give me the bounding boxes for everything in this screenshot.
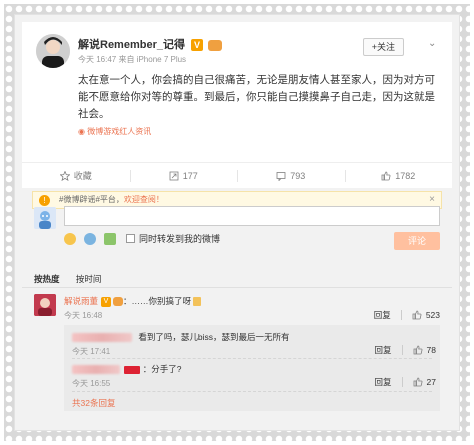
emoji-icon[interactable] [64, 232, 76, 245]
user-avatar[interactable] [36, 34, 70, 68]
sort-by-hot[interactable]: 按热度 [34, 274, 60, 284]
reply-ops: 回复 27 [375, 376, 436, 388]
reply-like-count: 27 [426, 377, 436, 387]
reply-text: 看到了吗，瑟儿biss，瑟到最后一无所有 [138, 332, 290, 342]
rumor-text: #微博辟谣#平台， [59, 195, 124, 204]
submit-comment-button[interactable]: 评论 [394, 232, 440, 250]
source-link[interactable]: 微博游戏红人资讯 [87, 127, 151, 136]
post-actions: 收藏 177 793 1782 [22, 162, 453, 193]
comment-like-count: 523 [425, 310, 440, 320]
verified-icon: V [101, 296, 112, 307]
location-pin-icon: ◉ [78, 127, 85, 136]
comment-body: ：……你别搞了呀 [123, 296, 192, 306]
like-count: 1782 [395, 170, 416, 181]
divider [72, 358, 432, 359]
reply-like-count: 78 [426, 345, 436, 355]
post-source[interactable]: ◉ 微博游戏红人资讯 [78, 126, 151, 137]
comment-ops: 回复 523 [374, 309, 440, 321]
repost-icon [169, 171, 179, 180]
badge-icon [124, 365, 141, 374]
username-text[interactable]: 解说Remember_记得 [78, 39, 185, 51]
comment-count: 793 [290, 170, 306, 181]
repost-checkbox-label: 同时转发到我的微博 [139, 234, 221, 244]
divider [72, 391, 432, 392]
image-icon[interactable] [104, 232, 116, 245]
post-username[interactable]: 解说Remember_记得 V [78, 36, 223, 52]
sort-by-time[interactable]: 按时间 [76, 274, 102, 284]
separator [400, 310, 402, 320]
repost-count: 177 [182, 170, 198, 181]
commenter-avatar[interactable] [34, 294, 56, 316]
separator [401, 377, 403, 387]
comment-toolbar: 同时转发到我的微博 [64, 232, 220, 245]
chevron-down-icon[interactable]: ⌄ [428, 39, 438, 49]
comment-input[interactable] [64, 206, 440, 226]
reply-button[interactable]: 回复 [375, 376, 392, 388]
comment-text: 解说雨董 V ：……你别搞了呀 [64, 295, 202, 307]
verified-icon: V [191, 39, 204, 52]
reply-button[interactable]: 回复 [375, 344, 392, 356]
repost-checkbox[interactable] [126, 234, 135, 243]
post: 解说Remember_记得 V 今天 16:47 来自 iPhone 7 Plu… [22, 22, 452, 193]
like-action[interactable]: 1782 [344, 163, 453, 188]
more-replies-link[interactable]: 共32条回复 [72, 397, 115, 409]
post-content: 太在意一个人，你会搞的自己很痛苦，无论是朋友情人甚至家人，因为对方可能不愿意给你… [78, 74, 435, 120]
warning-icon: ! [39, 195, 50, 206]
comment-icon [276, 171, 286, 181]
favorite-action[interactable]: 收藏 [22, 163, 130, 188]
my-avatar [34, 207, 56, 229]
drink-emoji-icon [193, 297, 202, 307]
like-icon[interactable] [413, 345, 423, 355]
member-crown-icon [113, 297, 124, 307]
comments-section: ! #微博辟谣#平台，欢迎查阅！ × 同时转发到我的微博 评论 按热度 按时间 … [22, 188, 452, 428]
follow-button[interactable]: +关注 [362, 38, 404, 56]
separator [401, 345, 403, 355]
commenter-name[interactable]: 解说雨董 [64, 296, 98, 306]
replies-box: 看到了吗，瑟儿biss，瑟到最后一无所有 今天 17:41 回复 78 ：分手了… [64, 325, 440, 411]
comment-time: 今天 16:48 [64, 311, 103, 320]
redacted-username [72, 333, 132, 343]
reply-item: ：分手了? [72, 363, 432, 375]
gif-icon[interactable] [84, 232, 96, 245]
like-icon [381, 171, 391, 180]
sort-bar: 按热度 按时间 [34, 273, 115, 285]
weibo-post-card: 解说Remember_记得 V 今天 16:47 来自 iPhone 7 Plu… [22, 22, 452, 193]
comment-action[interactable]: 793 [237, 163, 345, 193]
post-meta: 今天 16:47 来自 iPhone 7 Plus [78, 55, 187, 64]
reply-ops: 回复 78 [375, 344, 436, 356]
comment-item: 解说雨董 V ：……你别搞了呀 今天 16:48 回复 523 看到了吗，瑟儿bis… [22, 288, 452, 420]
reply-button[interactable]: 回复 [374, 309, 391, 321]
repost-action[interactable]: 177 [129, 163, 238, 188]
redacted-username [72, 365, 120, 375]
rumor-link[interactable]: 欢迎查阅！ [124, 195, 164, 204]
like-icon[interactable] [412, 310, 422, 320]
reply-text: ：分手了? [142, 364, 182, 374]
favorite-label: 收藏 [73, 171, 92, 181]
reply-item: 看到了吗，瑟儿biss，瑟到最后一无所有 [72, 331, 432, 343]
star-icon [59, 170, 70, 181]
member-crown-icon [208, 39, 223, 51]
like-icon[interactable] [413, 377, 423, 387]
